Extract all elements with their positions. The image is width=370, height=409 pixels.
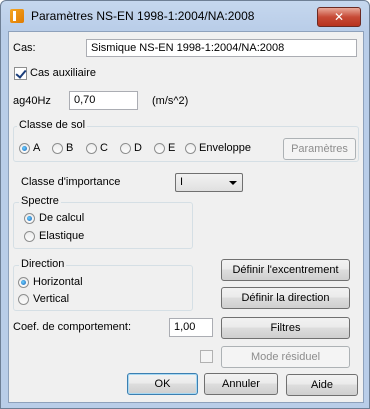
sol-radio-enveloppe[interactable] bbox=[185, 143, 196, 154]
aide-button[interactable]: Aide bbox=[286, 374, 358, 396]
annuler-button[interactable]: Annuler bbox=[204, 373, 278, 395]
cas-label: Cas: bbox=[13, 42, 36, 54]
dialog-window: Paramètres NS-EN 1998-1:2004/NA:2008 ✕ C… bbox=[0, 0, 370, 409]
sol-label-d: D bbox=[134, 142, 142, 154]
classe-importance-label: Classe d'importance bbox=[21, 176, 121, 188]
window-title: Paramètres NS-EN 1998-1:2004/NA:2008 bbox=[31, 9, 255, 23]
sol-radio-e[interactable] bbox=[154, 143, 165, 154]
definir-direction-button[interactable]: Définir la direction bbox=[221, 287, 350, 309]
sol-radio-a[interactable] bbox=[19, 143, 30, 154]
direction-radio-vertical[interactable] bbox=[18, 294, 29, 305]
sol-label-c: C bbox=[100, 142, 108, 154]
direction-label-vertical: Vertical bbox=[33, 293, 70, 305]
coef-label: Coef. de comportement: bbox=[13, 321, 132, 333]
filtres-button[interactable]: Filtres bbox=[221, 317, 350, 339]
chevron-down-icon bbox=[229, 181, 237, 185]
sol-label-enveloppe: Enveloppe bbox=[199, 142, 251, 154]
coef-input[interactable]: 1,00 bbox=[169, 318, 213, 337]
sol-radio-c[interactable] bbox=[86, 143, 97, 154]
cas-auxiliaire-label: Cas auxiliaire bbox=[30, 67, 97, 79]
spectre-title: Spectre bbox=[19, 195, 61, 207]
ag40-unit: (m/s^2) bbox=[152, 95, 189, 107]
direction-label-horizontal: Horizontal bbox=[33, 276, 83, 288]
sol-radio-d[interactable] bbox=[120, 143, 131, 154]
classe-importance-select[interactable]: I bbox=[175, 173, 243, 192]
ok-button[interactable]: OK bbox=[127, 373, 198, 395]
sol-label-e: E bbox=[168, 142, 176, 154]
mode-residuel-button[interactable]: Mode résiduel bbox=[221, 346, 350, 368]
cas-input[interactable]: Sismique NS-EN 1998-1:2004/NA:2008 bbox=[86, 39, 357, 57]
direction-title: Direction bbox=[19, 258, 67, 270]
spectre-label-calcul: De calcul bbox=[39, 212, 85, 224]
spectre-radio-calcul[interactable] bbox=[24, 213, 35, 224]
app-icon bbox=[10, 9, 24, 23]
spectre-radio-elastique[interactable] bbox=[24, 231, 35, 242]
direction-radio-horizontal[interactable] bbox=[18, 277, 29, 288]
cas-auxiliaire-checkbox[interactable] bbox=[14, 67, 27, 80]
classe-importance-value: I bbox=[180, 176, 184, 188]
title-bar[interactable]: Paramètres NS-EN 1998-1:2004/NA:2008 ✕ bbox=[1, 1, 369, 31]
spectre-label-elastique: Elastique bbox=[39, 230, 85, 242]
parametres-button[interactable]: Paramètres bbox=[283, 138, 356, 160]
definir-excentrement-button[interactable]: Définir l'excentrement bbox=[221, 259, 350, 281]
sol-radio-b[interactable] bbox=[52, 143, 63, 154]
close-button[interactable]: ✕ bbox=[317, 7, 361, 27]
sol-label-a: A bbox=[33, 142, 41, 154]
mode-residuel-checkbox[interactable] bbox=[200, 350, 213, 363]
sol-label-b: B bbox=[66, 142, 74, 154]
classe-sol-title: Classe de sol bbox=[17, 119, 88, 131]
ag40-label: ag40Hz bbox=[13, 95, 51, 107]
dialog-body: Cas: Sismique NS-EN 1998-1:2004/NA:2008 … bbox=[8, 31, 364, 403]
ag40-input[interactable]: 0,70 bbox=[69, 91, 138, 110]
